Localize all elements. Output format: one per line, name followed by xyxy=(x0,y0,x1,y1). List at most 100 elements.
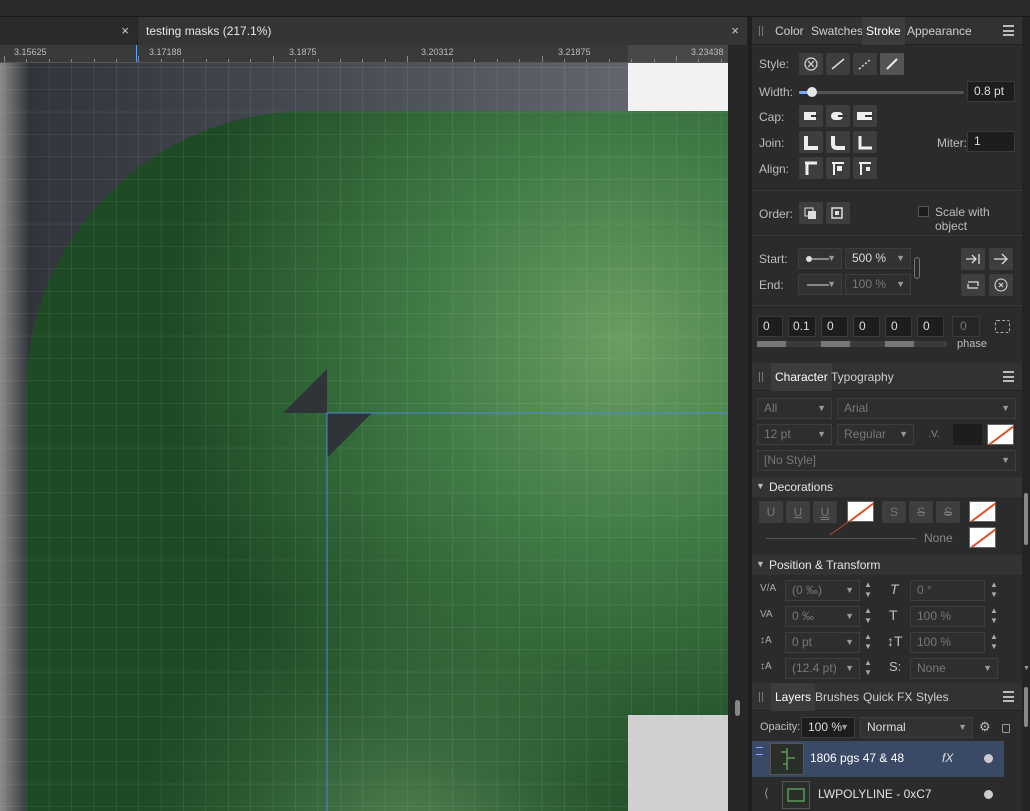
tab-typography[interactable]: Typography xyxy=(827,363,898,391)
tab-character[interactable]: Character xyxy=(771,363,832,391)
strike-color-swatch[interactable] xyxy=(969,501,996,522)
document-tab-2[interactable]: testing masks (217.1%) × xyxy=(138,17,748,45)
arrowhead-align-inside-button[interactable] xyxy=(961,248,985,270)
leading-field[interactable]: (12.4 pt) ▼ xyxy=(785,658,860,679)
round-cap-button[interactable] xyxy=(826,105,850,127)
baseline-field[interactable]: 0 pt ▼ xyxy=(785,632,860,653)
opacity-dropdown[interactable]: 100 % ▼ xyxy=(801,717,855,738)
strikethrough-button[interactable]: S xyxy=(882,501,906,523)
visibility-dot-icon[interactable] xyxy=(984,754,993,763)
solid-line-style-button[interactable] xyxy=(826,53,850,75)
layer-expand-icon[interactable] xyxy=(756,747,763,755)
tab-color[interactable]: Color xyxy=(771,17,808,45)
panel-menu-icon[interactable] xyxy=(1003,371,1014,382)
scale-with-object-checkbox[interactable] xyxy=(918,206,929,217)
decorations-section-header[interactable]: ▼ Decorations xyxy=(752,477,1022,497)
document-canvas[interactable] xyxy=(0,63,728,811)
layer-row[interactable]: ⟨ LWPOLYLINE - 0xC7 xyxy=(752,779,1004,811)
chevron-down-icon[interactable]: ▼ xyxy=(1023,665,1030,672)
gap-field-3[interactable]: 0 xyxy=(917,316,944,337)
stroke-behind-fill-button[interactable] xyxy=(799,202,823,224)
font-weight-dropdown[interactable]: Regular ▼ xyxy=(837,424,914,445)
scrollbar-thumb[interactable] xyxy=(1024,687,1028,727)
width-slider-knob[interactable] xyxy=(807,87,818,97)
width-field[interactable]: 0.8 pt xyxy=(967,81,1015,102)
grip-icon[interactable] xyxy=(759,692,763,702)
scrollbar-thumb[interactable] xyxy=(735,700,740,716)
vertical-scale-stepper[interactable]: ▲ ▼ xyxy=(988,632,1000,653)
shear-field[interactable]: 0 ° xyxy=(910,580,985,601)
shear-stepper[interactable]: ▲ ▼ xyxy=(988,580,1000,601)
clear-arrowheads-button[interactable] xyxy=(989,274,1013,296)
start-scale-dropdown[interactable]: 500 % ▼ xyxy=(845,248,911,269)
dash-field-2[interactable]: 0 xyxy=(821,316,848,337)
gap-field-1[interactable]: 0.1 xyxy=(788,316,816,337)
align-outside-button[interactable] xyxy=(853,157,877,179)
grip-icon[interactable] xyxy=(759,26,763,36)
document-tab-1[interactable]: × xyxy=(0,17,138,45)
panel-menu-icon[interactable] xyxy=(1003,691,1014,702)
end-scale-dropdown[interactable]: 100 % ▼ xyxy=(845,274,911,295)
phase-field[interactable]: 0 xyxy=(952,316,980,337)
dash-field-1[interactable]: 0 xyxy=(757,316,783,337)
link-scale-icon[interactable] xyxy=(914,257,920,279)
miter-join-button[interactable] xyxy=(799,131,823,153)
dash-preview-icon[interactable] xyxy=(995,320,1010,333)
close-icon[interactable]: × xyxy=(731,17,739,45)
dash-field-3[interactable]: 0 xyxy=(885,316,912,337)
square-cap-button[interactable] xyxy=(853,105,877,127)
start-arrowhead-dropdown[interactable]: ▼ xyxy=(798,248,842,269)
text-stroke-swatch[interactable] xyxy=(987,424,1014,445)
font-family-dropdown[interactable]: Arial ▼ xyxy=(837,398,1016,419)
lock-icon[interactable] xyxy=(1002,724,1010,733)
font-size-dropdown[interactable]: 12 pt ▼ xyxy=(757,424,832,445)
horizontal-ruler[interactable]: 3.15625 3.17188 3.1875 3.20312 3.21875 3… xyxy=(0,45,728,63)
tracking-field[interactable]: 0 ‰ ▼ xyxy=(785,606,860,627)
single-strikethrough-button[interactable]: S xyxy=(909,501,933,523)
align-inside-button[interactable] xyxy=(826,157,850,179)
width-slider[interactable] xyxy=(799,87,964,97)
tab-stroke[interactable]: Stroke xyxy=(862,17,905,45)
text-style-dropdown[interactable]: [No Style] ▼ xyxy=(757,450,1016,471)
tab-layers[interactable]: Layers xyxy=(771,683,816,711)
horizontal-scale-field[interactable]: 100 % xyxy=(910,606,985,627)
arrowhead-align-outside-button[interactable] xyxy=(989,248,1013,270)
dash-line-style-button[interactable] xyxy=(853,53,877,75)
blend-mode-dropdown[interactable]: Normal ▼ xyxy=(860,717,973,738)
sub-superscript-dropdown[interactable]: None ▼ xyxy=(910,658,998,679)
baseline-stepper[interactable]: ▲ ▼ xyxy=(862,632,874,653)
layer-row-selected[interactable]: 1806 pgs 47 & 48 fX xyxy=(752,741,1004,777)
no-stroke-style-button[interactable] xyxy=(799,53,823,75)
tab-swatches[interactable]: Swatches xyxy=(807,17,867,45)
kerning-pairs-icon[interactable]: .V. xyxy=(922,424,946,445)
tab-brushes[interactable]: Brushes xyxy=(811,683,863,711)
gap-field-2[interactable]: 0 xyxy=(853,316,880,337)
butt-cap-button[interactable] xyxy=(799,105,823,127)
decoration-color-swatch[interactable] xyxy=(969,527,996,548)
gear-icon[interactable]: ⚙ xyxy=(979,719,991,735)
text-fill-swatch[interactable] xyxy=(953,424,982,445)
panel-menu-icon[interactable] xyxy=(1003,25,1014,36)
vertical-scale-field[interactable]: 100 % xyxy=(910,632,985,653)
visibility-dot-icon[interactable] xyxy=(984,790,993,799)
align-center-button[interactable] xyxy=(799,157,823,179)
end-arrowhead-dropdown[interactable]: ▼ xyxy=(798,274,842,295)
close-icon[interactable]: × xyxy=(121,17,129,45)
underline-button[interactable]: U xyxy=(759,501,783,523)
tracking-stepper[interactable]: ▲ ▼ xyxy=(862,606,874,627)
swap-arrowheads-button[interactable] xyxy=(961,274,985,296)
round-join-button[interactable] xyxy=(826,131,850,153)
tab-styles[interactable]: Styles xyxy=(912,683,953,711)
miter-field[interactable]: 1 xyxy=(967,131,1015,152)
stroke-front-fill-button[interactable] xyxy=(826,202,850,224)
kerning-stepper[interactable]: ▲ ▼ xyxy=(862,580,874,601)
fx-icon[interactable]: fX xyxy=(942,751,953,765)
font-scope-dropdown[interactable]: All ▼ xyxy=(757,398,832,419)
bevel-join-button[interactable] xyxy=(853,131,877,153)
double-underline-button[interactable]: U xyxy=(813,501,837,523)
scrollbar-thumb[interactable] xyxy=(1024,493,1028,545)
double-strikethrough-button[interactable]: S xyxy=(936,501,960,523)
grip-icon[interactable] xyxy=(759,372,763,382)
panel-vertical-scrollbar[interactable]: ▼ xyxy=(1022,17,1030,811)
kerning-field[interactable]: (0 ‰) ▼ xyxy=(785,580,860,601)
